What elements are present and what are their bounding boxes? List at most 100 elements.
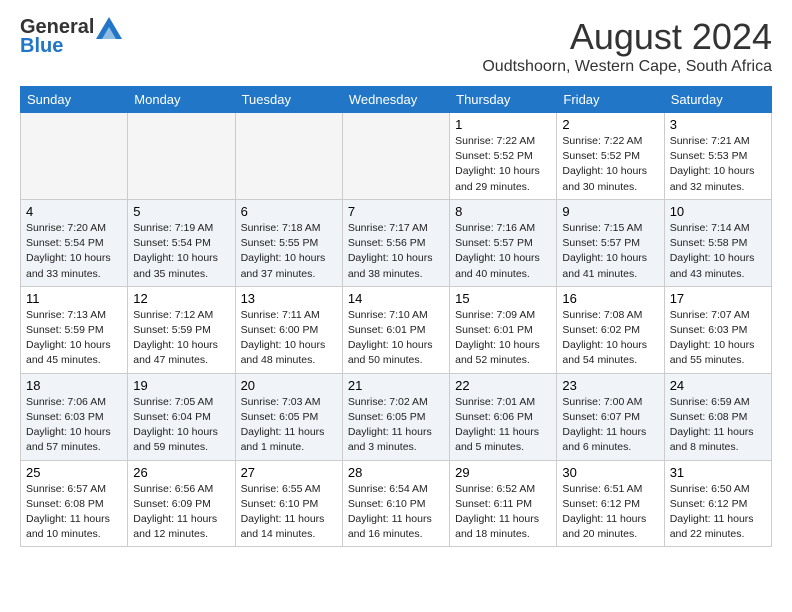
day-number: 7: [348, 204, 444, 219]
day-number: 10: [670, 204, 766, 219]
calendar-day-cell: [21, 113, 128, 200]
calendar-day-cell: 6 Sunrise: 7:18 AMSunset: 5:55 PMDaylight…: [235, 199, 342, 286]
day-number: 12: [133, 291, 229, 306]
day-detail: Sunrise: 7:00 AMSunset: 6:07 PMDaylight:…: [562, 395, 658, 456]
calendar-day-cell: 10 Sunrise: 7:14 AMSunset: 5:58 PMDayligh…: [664, 199, 771, 286]
calendar-header-day: Wednesday: [342, 87, 449, 113]
calendar-day-cell: 26 Sunrise: 6:56 AMSunset: 6:09 PMDayligh…: [128, 460, 235, 547]
calendar-week-row: 4 Sunrise: 7:20 AMSunset: 5:54 PMDaylight…: [21, 199, 772, 286]
calendar-day-cell: [128, 113, 235, 200]
calendar-day-cell: 30 Sunrise: 6:51 AMSunset: 6:12 PMDayligh…: [557, 460, 664, 547]
calendar-day-cell: 15 Sunrise: 7:09 AMSunset: 6:01 PMDayligh…: [450, 286, 557, 373]
logo: General Blue: [20, 16, 122, 58]
calendar-day-cell: 18 Sunrise: 7:06 AMSunset: 6:03 PMDayligh…: [21, 373, 128, 460]
calendar-day-cell: 22 Sunrise: 7:01 AMSunset: 6:06 PMDayligh…: [450, 373, 557, 460]
day-number: 17: [670, 291, 766, 306]
day-detail: Sunrise: 7:06 AMSunset: 6:03 PMDaylight:…: [26, 395, 122, 456]
calendar-day-cell: 14Sunrise: 7:10 AMSunset: 6:01 PMDayligh…: [342, 286, 449, 373]
calendar-day-cell: 13Sunrise: 7:11 AMSunset: 6:00 PMDayligh…: [235, 286, 342, 373]
day-detail: Sunrise: 7:10 AMSunset: 6:01 PMDaylight:…: [348, 308, 444, 369]
day-detail: Sunrise: 6:54 AMSunset: 6:10 PMDaylight:…: [348, 482, 444, 543]
day-number: 6: [241, 204, 337, 219]
logo-icon: [96, 17, 122, 39]
subtitle: Oudtshoorn, Western Cape, South Africa: [482, 58, 772, 76]
day-number: 26: [133, 465, 229, 480]
calendar-day-cell: 31 Sunrise: 6:50 AMSunset: 6:12 PMDayligh…: [664, 460, 771, 547]
calendar-day-cell: 17 Sunrise: 7:07 AMSunset: 6:03 PMDayligh…: [664, 286, 771, 373]
day-detail: Sunrise: 7:08 AMSunset: 6:02 PMDaylight:…: [562, 308, 658, 369]
calendar-week-row: 25 Sunrise: 6:57 AMSunset: 6:08 PMDayligh…: [21, 460, 772, 547]
day-detail: Sunrise: 7:13 AMSunset: 5:59 PMDaylight:…: [26, 308, 122, 369]
day-detail: Sunrise: 6:56 AMSunset: 6:09 PMDaylight:…: [133, 482, 229, 543]
calendar-day-cell: 1Sunrise: 7:22 AMSunset: 5:52 PMDaylight…: [450, 113, 557, 200]
day-detail: Sunrise: 7:17 AMSunset: 5:56 PMDaylight:…: [348, 221, 444, 282]
day-detail: Sunrise: 7:03 AMSunset: 6:05 PMDaylight:…: [241, 395, 337, 456]
day-detail: Sunrise: 6:55 AMSunset: 6:10 PMDaylight:…: [241, 482, 337, 543]
day-number: 31: [670, 465, 766, 480]
day-detail: Sunrise: 7:16 AMSunset: 5:57 PMDaylight:…: [455, 221, 551, 282]
day-number: 11: [26, 291, 122, 306]
calendar-day-cell: 7 Sunrise: 7:17 AMSunset: 5:56 PMDaylight…: [342, 199, 449, 286]
calendar-header-row: SundayMondayTuesdayWednesdayThursdayFrid…: [21, 87, 772, 113]
logo-blue-text: Blue: [20, 35, 63, 58]
day-number: 18: [26, 378, 122, 393]
day-number: 30: [562, 465, 658, 480]
day-detail: Sunrise: 7:15 AMSunset: 5:57 PMDaylight:…: [562, 221, 658, 282]
calendar-header-day: Monday: [128, 87, 235, 113]
calendar-day-cell: 4 Sunrise: 7:20 AMSunset: 5:54 PMDaylight…: [21, 199, 128, 286]
calendar-day-cell: 11 Sunrise: 7:13 AMSunset: 5:59 PMDayligh…: [21, 286, 128, 373]
calendar-table: SundayMondayTuesdayWednesdayThursdayFrid…: [20, 86, 772, 547]
day-detail: Sunrise: 7:20 AMSunset: 5:54 PMDaylight:…: [26, 221, 122, 282]
day-detail: Sunrise: 7:19 AMSunset: 5:54 PMDaylight:…: [133, 221, 229, 282]
day-detail: Sunrise: 7:22 AMSunset: 5:52 PMDaylight:…: [562, 134, 658, 195]
calendar-day-cell: [342, 113, 449, 200]
calendar-day-cell: 3 Sunrise: 7:21 AMSunset: 5:53 PMDaylight…: [664, 113, 771, 200]
calendar-day-cell: 28 Sunrise: 6:54 AMSunset: 6:10 PMDayligh…: [342, 460, 449, 547]
day-number: 19: [133, 378, 229, 393]
day-number: 25: [26, 465, 122, 480]
day-number: 27: [241, 465, 337, 480]
day-detail: Sunrise: 7:21 AMSunset: 5:53 PMDaylight:…: [670, 134, 766, 195]
header: General Blue August 2024 Oudtshoorn, Wes…: [20, 16, 772, 76]
day-number: 29: [455, 465, 551, 480]
day-detail: Sunrise: 7:02 AMSunset: 6:05 PMDaylight:…: [348, 395, 444, 456]
day-number: 15: [455, 291, 551, 306]
calendar-day-cell: [235, 113, 342, 200]
day-detail: Sunrise: 6:57 AMSunset: 6:08 PMDaylight:…: [26, 482, 122, 543]
day-number: 4: [26, 204, 122, 219]
calendar-header-day: Tuesday: [235, 87, 342, 113]
day-detail: Sunrise: 6:59 AMSunset: 6:08 PMDaylight:…: [670, 395, 766, 456]
calendar-day-cell: 12 Sunrise: 7:12 AMSunset: 5:59 PMDayligh…: [128, 286, 235, 373]
calendar-day-cell: 19 Sunrise: 7:05 AMSunset: 6:04 PMDayligh…: [128, 373, 235, 460]
day-detail: Sunrise: 7:14 AMSunset: 5:58 PMDaylight:…: [670, 221, 766, 282]
day-number: 22: [455, 378, 551, 393]
day-detail: Sunrise: 7:01 AMSunset: 6:06 PMDaylight:…: [455, 395, 551, 456]
day-number: 9: [562, 204, 658, 219]
day-detail: Sunrise: 7:12 AMSunset: 5:59 PMDaylight:…: [133, 308, 229, 369]
day-detail: Sunrise: 7:18 AMSunset: 5:55 PMDaylight:…: [241, 221, 337, 282]
day-number: 28: [348, 465, 444, 480]
day-detail: Sunrise: 7:07 AMSunset: 6:03 PMDaylight:…: [670, 308, 766, 369]
day-detail: Sunrise: 6:52 AMSunset: 6:11 PMDaylight:…: [455, 482, 551, 543]
day-detail: Sunrise: 6:50 AMSunset: 6:12 PMDaylight:…: [670, 482, 766, 543]
day-number: 23: [562, 378, 658, 393]
calendar-day-cell: 16Sunrise: 7:08 AMSunset: 6:02 PMDayligh…: [557, 286, 664, 373]
day-number: 8: [455, 204, 551, 219]
day-number: 24: [670, 378, 766, 393]
calendar-week-row: 18 Sunrise: 7:06 AMSunset: 6:03 PMDayligh…: [21, 373, 772, 460]
calendar-day-cell: 5Sunrise: 7:19 AMSunset: 5:54 PMDaylight…: [128, 199, 235, 286]
day-number: 2: [562, 117, 658, 132]
day-number: 13: [241, 291, 337, 306]
calendar-week-row: 1Sunrise: 7:22 AMSunset: 5:52 PMDaylight…: [21, 113, 772, 200]
day-detail: Sunrise: 7:05 AMSunset: 6:04 PMDaylight:…: [133, 395, 229, 456]
calendar-day-cell: 23 Sunrise: 7:00 AMSunset: 6:07 PMDayligh…: [557, 373, 664, 460]
day-detail: Sunrise: 7:09 AMSunset: 6:01 PMDaylight:…: [455, 308, 551, 369]
title-area: August 2024 Oudtshoorn, Western Cape, So…: [482, 16, 772, 76]
calendar-header-day: Saturday: [664, 87, 771, 113]
calendar-day-cell: 24 Sunrise: 6:59 AMSunset: 6:08 PMDayligh…: [664, 373, 771, 460]
calendar-day-cell: 9 Sunrise: 7:15 AMSunset: 5:57 PMDaylight…: [557, 199, 664, 286]
calendar-header-day: Friday: [557, 87, 664, 113]
calendar-day-cell: 27 Sunrise: 6:55 AMSunset: 6:10 PMDayligh…: [235, 460, 342, 547]
day-detail: Sunrise: 6:51 AMSunset: 6:12 PMDaylight:…: [562, 482, 658, 543]
day-number: 3: [670, 117, 766, 132]
